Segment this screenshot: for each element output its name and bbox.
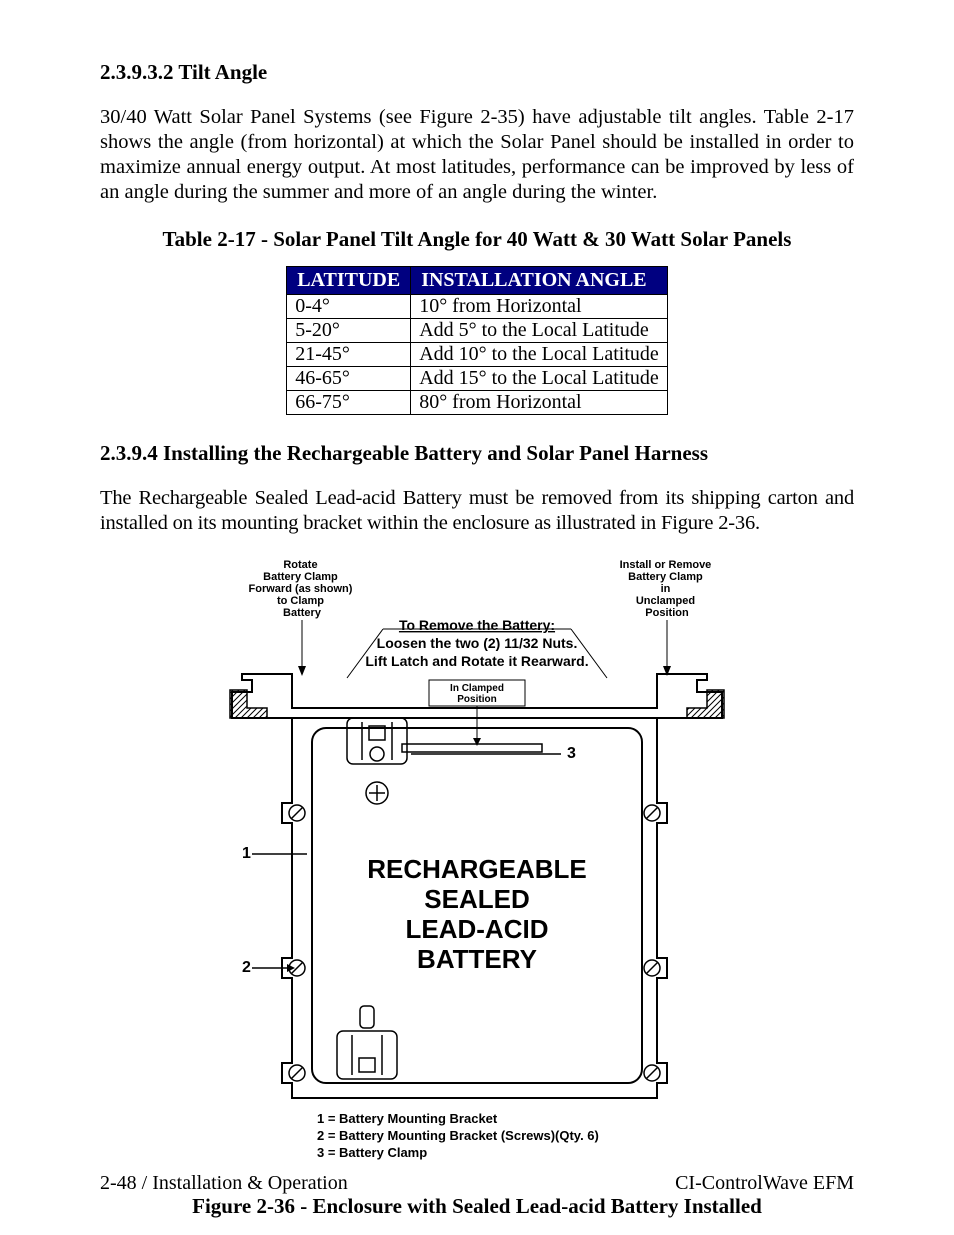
table-row: 5-20° Add 5° to the Local Latitude xyxy=(287,319,668,343)
legend-3: 3 = Battery Clamp xyxy=(317,1145,427,1160)
footer-right: CI-ControlWave EFM xyxy=(675,1172,854,1195)
right-clamp-bracket xyxy=(687,690,724,718)
figure-2-36: Rotate Battery Clamp Forward (as shown) … xyxy=(100,558,854,1178)
cell-angle: Add 10° to the Local Latitude xyxy=(411,343,668,367)
svg-text:Position: Position xyxy=(457,694,496,705)
figure-legend: 1 = Battery Mounting Bracket 2 = Battery… xyxy=(317,1111,599,1160)
bottom-clamp-assembly xyxy=(337,1006,397,1079)
tilt-angle-table: LATITUDE INSTALLATION ANGLE 0-4° 10° fro… xyxy=(286,266,668,415)
callout-2: 2 xyxy=(242,959,251,976)
heading-installing-battery: 2.3.9.4 Installing the Rechargeable Batt… xyxy=(100,441,854,466)
table-row: 0-4° 10° from Horizontal xyxy=(287,295,668,319)
battery-main-label: RECHARGEABLE SEALED LEAD-ACID BATTERY xyxy=(367,854,587,974)
footer-left: 2-48 / Installation & Operation xyxy=(100,1172,348,1195)
anno-remove-battery-title: To Remove the Battery: xyxy=(399,617,555,633)
callout-1: 1 xyxy=(242,845,251,862)
svg-text:RECHARGEABLE: RECHARGEABLE xyxy=(367,854,587,884)
cell-latitude: 46-65° xyxy=(287,367,411,391)
anno-rotate-clamp: Rotate Battery Clamp Forward (as shown) … xyxy=(249,559,356,619)
legend-1: 1 = Battery Mounting Bracket xyxy=(317,1111,498,1126)
cell-latitude: 0-4° xyxy=(287,295,411,319)
anno-remove-battery-l2: Loosen the two (2) 11/32 Nuts. xyxy=(377,635,578,651)
battery-enclosure-diagram: Rotate Battery Clamp Forward (as shown) … xyxy=(197,558,757,1178)
table-header-installation-angle: INSTALLATION ANGLE xyxy=(411,267,668,295)
cell-angle: Add 15° to the Local Latitude xyxy=(411,367,668,391)
cell-angle: 80° from Horizontal xyxy=(411,391,668,415)
legend-2: 2 = Battery Mounting Bracket (Screws)(Qt… xyxy=(317,1128,599,1143)
figure-caption: Figure 2-36 - Enclosure with Sealed Lead… xyxy=(100,1194,854,1219)
table-row: 66-75° 80° from Horizontal xyxy=(287,391,668,415)
svg-text:BATTERY: BATTERY xyxy=(417,944,537,974)
callout-3: 3 xyxy=(567,745,576,762)
paragraph-tilt-angle: 30/40 Watt Solar Panel Systems (see Figu… xyxy=(100,105,854,205)
top-clamp-assembly xyxy=(347,718,542,764)
anno-remove-battery-l3: Lift Latch and Rotate it Rearward. xyxy=(365,653,588,669)
anno-in-clamped: In Clamped Position xyxy=(429,680,525,746)
table-header-latitude: LATITUDE xyxy=(287,267,411,295)
paragraph-installing-battery: The Rechargeable Sealed Lead-acid Batter… xyxy=(100,486,854,536)
cell-angle: Add 5° to the Local Latitude xyxy=(411,319,668,343)
table-row: 46-65° Add 15° to the Local Latitude xyxy=(287,367,668,391)
table-caption: Table 2-17 - Solar Panel Tilt Angle for … xyxy=(100,227,854,252)
cell-latitude: 5-20° xyxy=(287,319,411,343)
svg-text:In Clamped: In Clamped xyxy=(450,683,504,694)
svg-text:LEAD-ACID: LEAD-ACID xyxy=(406,914,549,944)
heading-tilt-angle: 2.3.9.3.2 Tilt Angle xyxy=(100,60,854,85)
anno-install-remove-clamp: Install or Remove Battery Clamp in Uncla… xyxy=(620,559,715,619)
screw-top xyxy=(366,782,388,804)
svg-text:SEALED: SEALED xyxy=(424,884,529,914)
cell-latitude: 66-75° xyxy=(287,391,411,415)
cell-latitude: 21-45° xyxy=(287,343,411,367)
left-clamp-bracket xyxy=(230,690,267,718)
table-row: 21-45° Add 10° to the Local Latitude xyxy=(287,343,668,367)
cell-angle: 10° from Horizontal xyxy=(411,295,668,319)
